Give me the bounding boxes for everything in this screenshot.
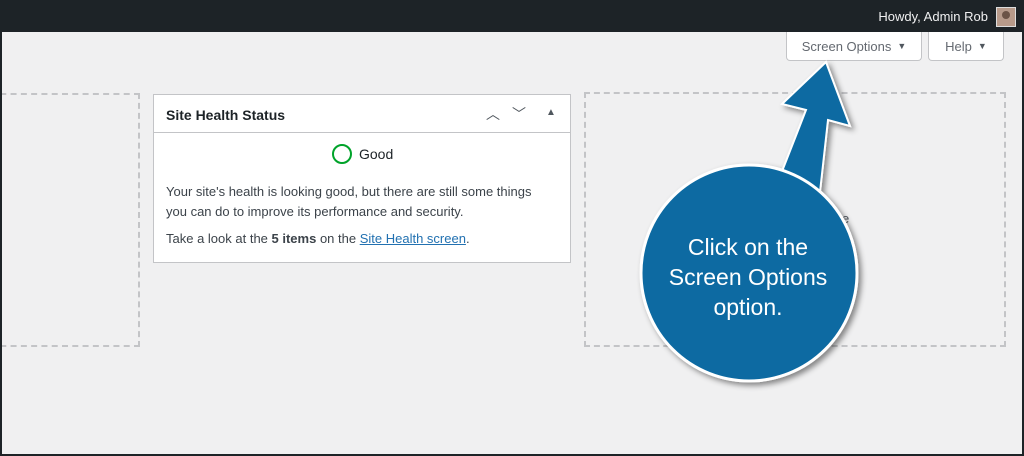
status-circle-icon: [332, 144, 352, 164]
howdy-greeting[interactable]: Howdy, Admin Rob: [878, 9, 988, 24]
screen-options-label: Screen Options: [801, 38, 892, 54]
screen-options-button[interactable]: Screen Options ▼: [786, 32, 922, 61]
caret-down-icon: ▼: [897, 41, 907, 51]
partial-dropzone-text: e: [842, 211, 850, 226]
chevron-up-icon[interactable]: ︿: [486, 104, 500, 124]
widget-title: Site Health Status: [166, 107, 286, 123]
items-prefix: Take a look at the: [166, 231, 272, 246]
site-health-widget: Site Health Status ︿ ﹀ ▲ Good Your site'…: [153, 94, 571, 263]
items-suffix: .: [465, 231, 470, 246]
avatar[interactable]: [996, 7, 1016, 27]
help-label: Help: [945, 38, 972, 54]
health-status: Good: [332, 144, 393, 164]
chevron-down-icon[interactable]: ﹀: [512, 104, 526, 124]
site-health-link[interactable]: Site Health screen: [360, 231, 466, 246]
help-button[interactable]: Help ▼: [928, 32, 1004, 61]
empty-widget-dropzone-left: [0, 93, 140, 347]
items-middle: on the: [316, 231, 360, 246]
items-count: 5 items: [271, 231, 317, 246]
admin-bar: Howdy, Admin Rob: [0, 0, 1024, 32]
collapse-toggle-icon[interactable]: ▲: [546, 107, 556, 118]
health-description: Your site's health is looking good, but …: [166, 184, 532, 219]
callout-text: Click on the Screen Options option.: [668, 234, 828, 320]
caret-down-icon: ▼: [977, 41, 987, 51]
widget-header: Site Health Status ︿ ﹀ ▲: [154, 95, 570, 133]
items-sentence: Take a look at the 5 items on the Site H…: [166, 231, 470, 246]
status-label: Good: [359, 146, 394, 162]
